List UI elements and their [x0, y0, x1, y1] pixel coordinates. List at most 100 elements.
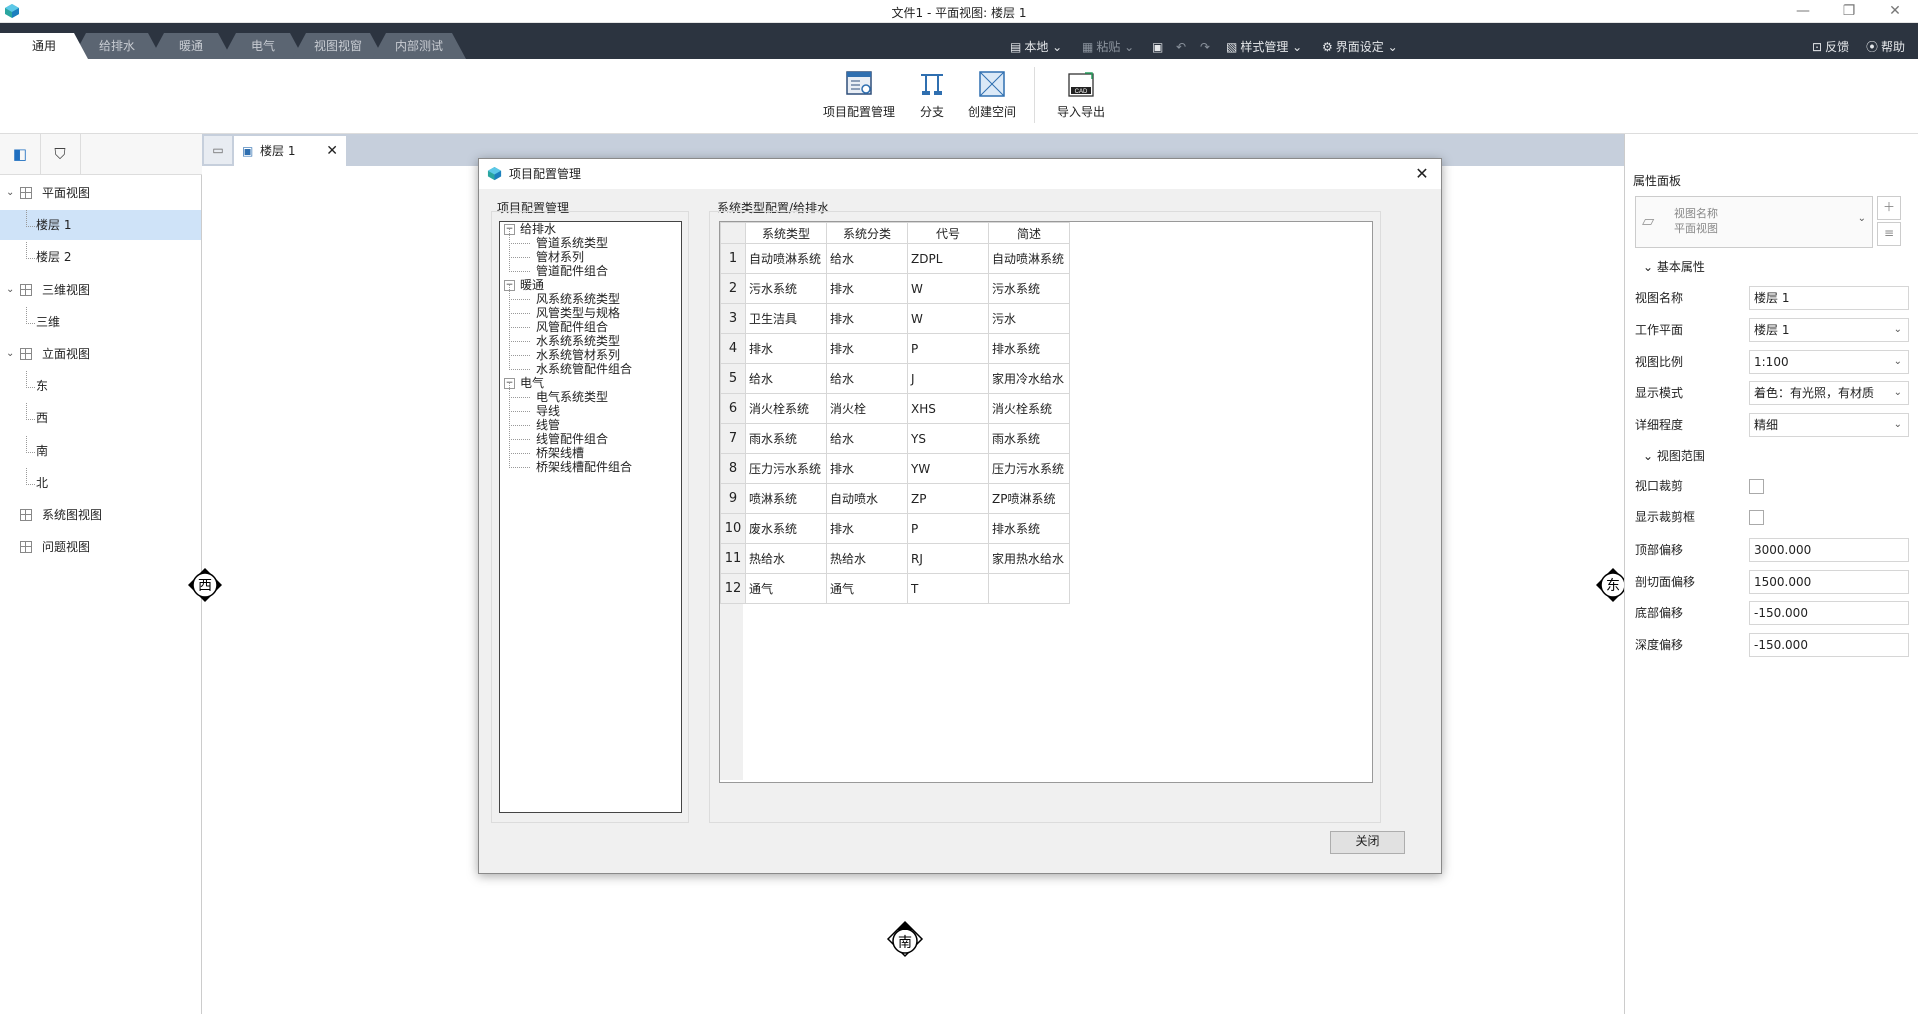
table-cell[interactable]: 排水 — [826, 513, 908, 544]
table-cell[interactable]: XHS — [907, 393, 989, 424]
edit-view-type-button[interactable]: ≡ — [1877, 222, 1901, 246]
save-button[interactable]: ▣ — [1152, 37, 1166, 57]
table-cell[interactable]: 污水系统 — [988, 273, 1070, 304]
table-row[interactable]: 7 雨水系统 给水 YS 雨水系统 — [720, 423, 1070, 454]
table-cell[interactable]: 排水 — [745, 333, 827, 364]
config-tree[interactable]: − 给排水 管道系统类型 管材系列 管道配件组合 − 暖通 风系统系统类型 风管类型与规格 风管配… — [499, 221, 682, 813]
table-row[interactable]: 9 喷淋系统 自动喷水 ZP ZP喷淋系统 — [720, 483, 1070, 514]
table-row[interactable]: 11 热给水 热给水 RJ 家用热水给水 — [720, 543, 1070, 574]
table-cell[interactable]: 家用热水给水 — [988, 543, 1070, 574]
tree-item-row[interactable]: 东 — [0, 371, 201, 401]
dialog-close-x-button[interactable]: ✕ — [1411, 159, 1433, 189]
tree-group-row[interactable]: ⌄ 平面视图 — [0, 178, 201, 208]
property-dropdown[interactable]: 精细 ⌄ — [1749, 413, 1909, 438]
document-tab[interactable]: ▣ 楼层 1 ✕ — [234, 136, 346, 166]
tab-internal-test[interactable]: 内部测试 — [372, 33, 466, 59]
table-cell[interactable]: RJ — [907, 543, 989, 574]
table-cell[interactable]: 自动喷水 — [826, 483, 908, 514]
table-row[interactable]: 4 排水 排水 P 排水系统 — [720, 333, 1070, 364]
table-cell[interactable]: 排水 — [826, 303, 908, 334]
table-cell[interactable]: 卫生洁具 — [745, 303, 827, 334]
row-number[interactable]: 3 — [720, 303, 746, 334]
table-cell[interactable]: 污水系统 — [745, 273, 827, 304]
tree-group-row[interactable]: ⌄ 立面视图 — [0, 339, 201, 369]
config-tree-item[interactable]: 水系统系统类型 — [536, 334, 620, 348]
close-tab-icon[interactable]: ✕ — [326, 136, 338, 166]
config-tree-item[interactable]: 桥架线槽 — [536, 446, 584, 460]
filter-button[interactable]: ⛉ — [40, 134, 81, 174]
table-cell[interactable]: ZP — [907, 483, 989, 514]
tree-group-row[interactable]: 问题视图 — [0, 532, 201, 562]
table-row[interactable]: 2 污水系统 排水 W 污水系统 — [720, 273, 1070, 304]
table-cell[interactable]: 排水系统 — [988, 333, 1070, 364]
tab-list-button[interactable]: ▭ — [204, 136, 232, 164]
section-basic-properties[interactable]: ⌄ 基本属性 — [1643, 258, 1705, 275]
table-cell[interactable]: W — [907, 303, 989, 334]
tree-item-row[interactable]: 三维 — [0, 306, 201, 337]
table-cell[interactable]: 排水 — [826, 273, 908, 304]
column-header[interactable]: 系统分类 — [826, 222, 908, 244]
property-input[interactable]: -150.000 — [1749, 601, 1909, 626]
property-input[interactable]: 3000.000 — [1749, 538, 1909, 562]
import-export-button[interactable]: CAD 导入导出 — [1050, 69, 1112, 120]
table-cell[interactable]: J — [907, 363, 989, 394]
table-row[interactable]: 3 卫生洁具 排水 W 污水 — [720, 303, 1070, 334]
tree-item-row[interactable]: 南 — [0, 435, 201, 466]
table-cell[interactable]: YW — [907, 453, 989, 484]
config-tree-item[interactable]: 管道配件组合 — [536, 264, 608, 278]
minimize-button[interactable]: — — [1780, 0, 1826, 23]
feedback-button[interactable]: ⊡ 反馈 — [1812, 37, 1849, 57]
property-input[interactable]: 楼层 1 — [1749, 286, 1909, 310]
table-row[interactable]: 8 压力污水系统 排水 YW 压力污水系统 — [720, 453, 1070, 484]
view-type-selector[interactable]: ▱ 视图名称 平面视图 ⌄ — [1635, 196, 1873, 248]
section-view-range[interactable]: ⌄ 视图范围 — [1643, 447, 1705, 464]
chevron-down-icon[interactable]: ⌄ — [6, 275, 14, 305]
table-cell[interactable] — [988, 573, 1070, 604]
table-row[interactable]: 5 给水 给水 J 家用冷水给水 — [720, 363, 1070, 394]
row-number[interactable]: 4 — [720, 333, 746, 364]
tree-item-row[interactable]: 楼层 2 — [0, 242, 201, 272]
table-row[interactable]: 6 消火栓系统 消火栓 XHS 消火栓系统 — [720, 393, 1070, 424]
config-tree-item[interactable]: 管道系统类型 — [536, 236, 608, 250]
redo-button[interactable]: ↷ — [1200, 37, 1213, 57]
table-cell[interactable]: 压力污水系统 — [745, 453, 827, 484]
row-number[interactable]: 10 — [720, 513, 746, 544]
table-cell[interactable]: T — [907, 573, 989, 604]
config-tree-item[interactable]: 水系统管材系列 — [536, 348, 620, 362]
table-cell[interactable]: P — [907, 333, 989, 364]
table-cell[interactable]: ZDPL — [907, 243, 989, 274]
property-input[interactable]: 1500.000 — [1749, 569, 1909, 594]
table-row[interactable]: 10 废水系统 排水 P 排水系统 — [720, 513, 1070, 544]
property-input[interactable]: -150.000 — [1749, 632, 1909, 657]
property-dropdown[interactable]: 着色：有光照，有材质 ⌄ — [1749, 381, 1909, 406]
tab-hvac[interactable]: 暖通 — [150, 33, 232, 59]
tree-item-row[interactable]: 北 — [0, 467, 201, 498]
config-tree-item[interactable]: 导线 — [536, 404, 560, 418]
chevron-down-icon[interactable]: ⌄ — [6, 178, 14, 208]
tree-group-row[interactable]: 系统图视图 — [0, 500, 201, 530]
property-checkbox[interactable] — [1749, 510, 1764, 525]
config-tree-item[interactable]: 线管 — [536, 418, 560, 432]
property-dropdown[interactable]: 1:100 ⌄ — [1749, 349, 1909, 374]
row-number[interactable]: 6 — [720, 393, 746, 424]
close-button[interactable]: 关闭 — [1330, 831, 1405, 854]
config-tree-item[interactable]: 风管配件组合 — [536, 320, 608, 334]
row-number[interactable]: 12 — [720, 573, 746, 604]
table-cell[interactable]: 自动喷淋系统 — [988, 243, 1070, 274]
table-cell[interactable]: 排水 — [826, 453, 908, 484]
config-tree-item[interactable]: 线管配件组合 — [536, 432, 608, 446]
restore-button[interactable]: ❐ — [1826, 0, 1872, 23]
elevation-marker-west[interactable]: 西 — [186, 566, 224, 604]
table-cell[interactable]: 雨水系统 — [988, 423, 1070, 454]
table-cell[interactable]: 给水 — [745, 363, 827, 394]
table-cell[interactable]: 通气 — [826, 573, 908, 604]
table-cell[interactable]: YS — [907, 423, 989, 454]
table-cell[interactable]: 消火栓 — [826, 393, 908, 424]
close-window-button[interactable]: ✕ — [1872, 0, 1918, 23]
table-cell[interactable]: P — [907, 513, 989, 544]
config-tree-item[interactable]: 风系统系统类型 — [536, 292, 620, 306]
row-number[interactable]: 1 — [720, 243, 746, 274]
table-cell[interactable]: 给水 — [826, 423, 908, 454]
tree-item-row[interactable]: 楼层 1 — [0, 210, 201, 241]
undo-button[interactable]: ↶ — [1176, 37, 1189, 57]
